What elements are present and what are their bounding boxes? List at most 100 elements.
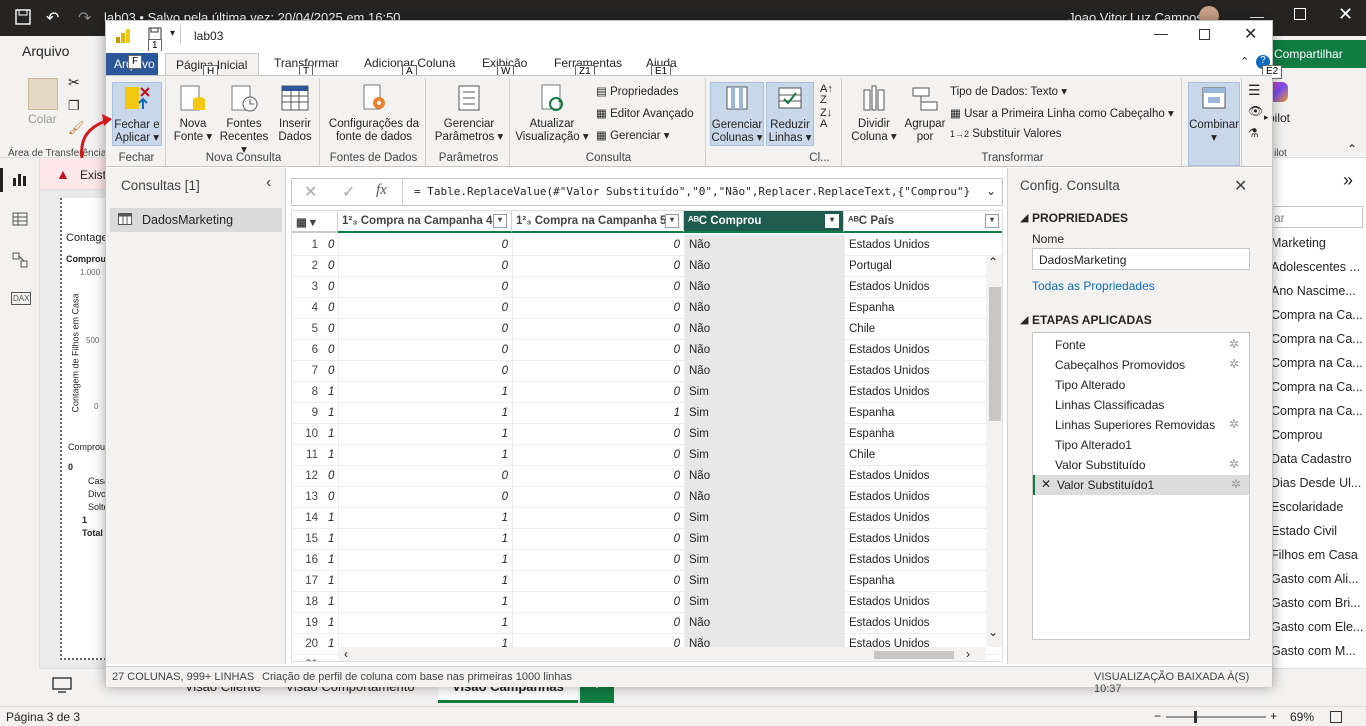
collapse-queries-icon[interactable]: ‹ xyxy=(266,174,271,192)
ribbon-collapse-icon[interactable]: ⌃ xyxy=(1240,55,1249,68)
cell-pais[interactable]: Estados Unidos xyxy=(844,277,1002,298)
cell-campanha5[interactable]: 0 xyxy=(512,235,684,256)
report-view-icon[interactable] xyxy=(12,172,28,186)
cell-pais[interactable]: Estados Unidos xyxy=(844,487,1002,508)
cell-campanha5[interactable]: 0 xyxy=(512,592,684,613)
cell-campanha5[interactable]: 0 xyxy=(512,340,684,361)
cell-comprou[interactable]: Sim xyxy=(684,382,844,403)
row-number[interactable]: 1 xyxy=(292,235,322,256)
cell-prev-column[interactable]: 1 xyxy=(324,529,338,550)
cell-campanha4[interactable]: 0 xyxy=(338,298,512,319)
cell-comprou[interactable]: Não xyxy=(684,340,844,361)
combine-button[interactable]: Combinar ▾ xyxy=(1188,82,1240,166)
table-row[interactable]: 10 1 1 0 Sim Espanha xyxy=(292,424,1002,445)
step-settings-gear-icon[interactable]: ✲ xyxy=(1231,477,1241,491)
cell-prev-column[interactable]: 1 xyxy=(324,550,338,571)
column-header[interactable]: 1²₃ Compra na Campanha 4 ▾ xyxy=(338,211,512,233)
cell-campanha5[interactable]: 0 xyxy=(512,550,684,571)
cell-campanha5[interactable]: 0 xyxy=(512,319,684,340)
maximize-icon[interactable] xyxy=(1294,8,1306,20)
query-item[interactable]: DadosMarketing xyxy=(110,208,282,232)
cell-campanha5[interactable]: 1 xyxy=(512,403,684,424)
cell-comprou[interactable]: Não xyxy=(684,361,844,382)
cell-prev-column[interactable] xyxy=(324,655,338,661)
zoom-slider[interactable] xyxy=(1166,716,1266,718)
text-analytics-icon[interactable]: ☰ xyxy=(1248,82,1261,99)
cell-campanha4[interactable]: 1 xyxy=(338,382,512,403)
table-row[interactable]: 13 0 0 0 Não Estados Unidos xyxy=(292,487,1002,508)
cancel-formula-icon[interactable]: ✕ xyxy=(304,182,317,202)
cell-pais[interactable]: Espanha xyxy=(844,403,1002,424)
column-header[interactable]: ᴬᴮC País ▾ xyxy=(844,211,1002,233)
data-type-dropdown[interactable]: Tipo de Dados: Texto ▾ xyxy=(950,84,1067,98)
cell-campanha4[interactable]: 1 xyxy=(338,508,512,529)
cell-prev-column[interactable]: 1 xyxy=(324,613,338,634)
cell-pais[interactable]: Estados Unidos xyxy=(844,613,1002,634)
vision-icon[interactable]: 👁 xyxy=(1248,104,1263,118)
expand-pane-icon[interactable]: » xyxy=(1343,170,1353,191)
sort-asc-icon[interactable]: A↑ Z xyxy=(820,84,833,106)
cell-comprou[interactable]: Sim xyxy=(684,403,844,424)
cell-comprou[interactable]: Sim xyxy=(684,571,844,592)
applied-step[interactable]: Cabeçalhos Promovidos ✲ xyxy=(1033,355,1249,375)
manage-columns-button[interactable]: Gerenciar Colunas ▾ xyxy=(710,82,764,146)
model-view-icon[interactable] xyxy=(12,252,28,268)
row-number[interactable]: 20 xyxy=(292,634,322,655)
field-item[interactable]: Gasto com Ali... xyxy=(1271,572,1366,586)
row-number[interactable]: 5 xyxy=(292,319,322,340)
step-settings-gear-icon[interactable]: ✲ xyxy=(1229,417,1239,431)
cell-comprou[interactable]: Não xyxy=(684,235,844,256)
cell-campanha4[interactable]: 0 xyxy=(338,466,512,487)
cell-prev-column[interactable]: 0 xyxy=(324,361,338,382)
replace-values-button[interactable]: 1→2 Substituir Valores xyxy=(950,128,1062,140)
fx-icon[interactable]: fx xyxy=(376,182,387,199)
cell-pais[interactable]: Portugal xyxy=(844,256,1002,277)
redo-icon[interactable]: ↷ xyxy=(78,8,91,28)
monitor-icon[interactable] xyxy=(52,677,72,693)
table-row[interactable]: 16 1 1 0 Sim Estados Unidos xyxy=(292,550,1002,571)
step-settings-gear-icon[interactable]: ✲ xyxy=(1229,357,1239,371)
filter-dropdown-icon[interactable]: ▾ xyxy=(665,214,679,228)
properties-button[interactable]: ▤ Propriedades xyxy=(596,84,678,98)
steps-collapse-icon[interactable]: ◢ xyxy=(1020,313,1028,326)
field-item[interactable]: Estado Civil xyxy=(1271,524,1366,538)
field-item[interactable]: Compra na Ca... xyxy=(1271,356,1366,370)
cell-prev-column[interactable]: 0 xyxy=(324,235,338,256)
new-source-button[interactable]: Nova Fonte ▾ xyxy=(172,82,214,144)
fit-page-icon[interactable] xyxy=(1330,711,1342,723)
field-item[interactable]: Ano Nascime... xyxy=(1271,284,1366,298)
cell-campanha4[interactable]: 0 xyxy=(338,487,512,508)
applied-step[interactable]: ✕ Valor Substituído1 ✲ xyxy=(1033,475,1249,495)
row-number[interactable]: 4 xyxy=(292,298,322,319)
cell-prev-column[interactable]: 1 xyxy=(324,508,338,529)
cell-comprou[interactable]: Não xyxy=(684,487,844,508)
table-row[interactable]: 3 0 0 0 Não Estados Unidos xyxy=(292,277,1002,298)
cell-prev-column[interactable]: 0 xyxy=(324,466,338,487)
split-column-button[interactable]: Dividir Coluna ▾ xyxy=(848,82,900,144)
step-settings-gear-icon[interactable]: ✲ xyxy=(1229,337,1239,351)
cell-comprou[interactable]: Sim xyxy=(684,424,844,445)
cell-comprou[interactable]: Não xyxy=(684,466,844,487)
field-item[interactable]: Data Cadastro xyxy=(1271,452,1366,466)
cell-pais[interactable]: Estados Unidos xyxy=(844,550,1002,571)
sort-desc-icon[interactable]: Z↓ A xyxy=(820,108,832,130)
table-row[interactable]: 1 0 0 0 Não Estados Unidos xyxy=(292,235,1002,256)
table-menu-button[interactable]: ▦ ▾ xyxy=(292,211,338,233)
cell-campanha4[interactable]: 0 xyxy=(338,361,512,382)
profiling-status[interactable]: Criação de perfil de coluna com base nas… xyxy=(262,671,572,683)
field-item[interactable]: Compra na Ca... xyxy=(1271,404,1366,418)
table-row[interactable]: 18 1 1 0 Sim Estados Unidos xyxy=(292,592,1002,613)
h-scroll-thumb[interactable] xyxy=(874,651,954,659)
cell-comprou[interactable]: Sim xyxy=(684,550,844,571)
table-row[interactable]: 12 0 0 0 Não Estados Unidos xyxy=(292,466,1002,487)
cell-campanha5[interactable]: 0 xyxy=(512,571,684,592)
cell-campanha5[interactable]: 0 xyxy=(512,508,684,529)
cell-campanha4[interactable]: 0 xyxy=(338,235,512,256)
cell-pais[interactable]: Chile xyxy=(844,445,1002,466)
row-number[interactable]: 8 xyxy=(292,382,322,403)
table-row[interactable]: 4 0 0 0 Não Espanha xyxy=(292,298,1002,319)
scroll-down-icon[interactable]: ⌄ xyxy=(988,625,998,639)
applied-step[interactable]: Valor Substituído ✲ xyxy=(1033,455,1249,475)
cell-comprou[interactable]: Sim xyxy=(684,445,844,466)
cell-pais[interactable]: Estados Unidos xyxy=(844,382,1002,403)
